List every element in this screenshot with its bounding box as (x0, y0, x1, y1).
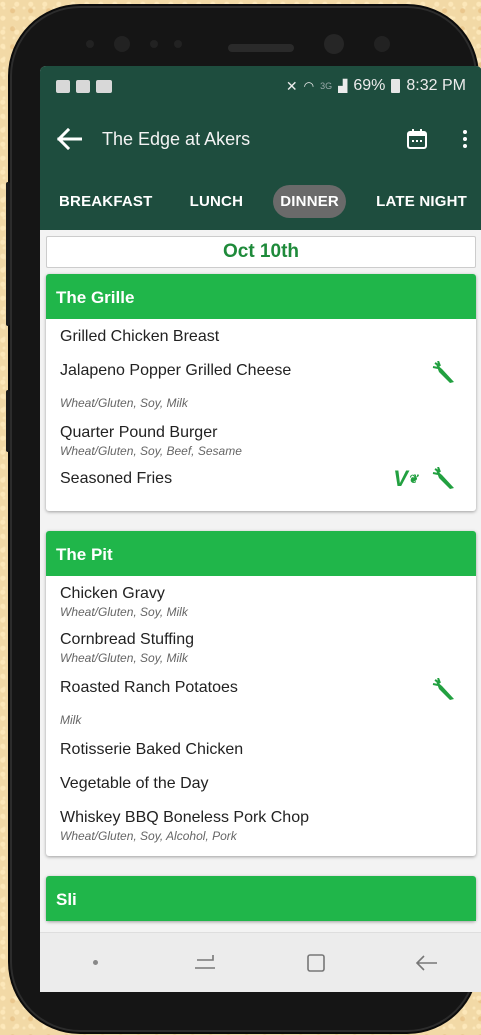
recent-apps-icon[interactable] (192, 949, 220, 977)
menu-item[interactable]: Roasted Ranch Potatoes Milk (46, 678, 476, 728)
dot-indicator-icon (81, 949, 109, 977)
sensor-dot (86, 40, 94, 48)
station-name: The Pit (46, 531, 476, 576)
app-bar: The Edge at Akers (40, 106, 481, 172)
vegan-v-icon: V❦ (393, 466, 418, 491)
help-icon (76, 79, 90, 93)
item-name: Vegetable of the Day (60, 775, 209, 792)
item-allergens: Wheat/Gluten, Soy, Alcohol, Pork (60, 829, 237, 843)
proximity-sensor (374, 36, 390, 52)
menu-item[interactable]: Rotisserie Baked Chicken (46, 740, 476, 760)
more-options-icon[interactable] (462, 130, 468, 148)
tab-dinner[interactable]: DINNER (273, 184, 346, 218)
menu-item[interactable]: Chicken Gravy Wheat/Gluten, Soy, Milk (46, 584, 476, 620)
tab-lunch[interactable]: LUNCH (183, 185, 251, 218)
sensor-dot (174, 40, 182, 48)
mail-icon (56, 79, 70, 93)
menu-item[interactable]: Whiskey BBQ Boneless Pork Chop Wheat/Glu… (46, 808, 476, 844)
battery-percent: 69% (353, 77, 386, 94)
phone-frame: ✕ ◠ 3G ▟ 69% 8:32 PM The Edge at Akers B… (6, 6, 481, 1032)
item-name: Cornbread Stuffing (60, 631, 195, 648)
station-name: The Grille (46, 274, 476, 319)
item-allergens: Wheat/Gluten, Soy, Milk (60, 605, 188, 619)
system-nav-bar (40, 932, 481, 992)
menu-item[interactable]: Quarter Pound Burger Wheat/Gluten, Soy, … (46, 423, 476, 459)
menu-date: Oct 10th (46, 236, 476, 268)
back-arrow-icon[interactable] (54, 124, 84, 154)
carrot-icon (432, 361, 454, 383)
item-name: Jalapeno Popper Grilled Cheese (60, 362, 292, 379)
station-name: Sli (46, 876, 476, 921)
back-nav-icon[interactable] (413, 949, 441, 977)
item-allergens: Wheat/Gluten, Soy, Milk (60, 651, 188, 665)
item-allergens: Wheat/Gluten, Soy, Beef, Sesame (60, 444, 242, 458)
station-card: Sli (46, 876, 476, 921)
carrot-icon (432, 678, 454, 700)
iris-sensor (114, 36, 130, 52)
item-name: Rotisserie Baked Chicken (60, 741, 244, 758)
bixby-button (6, 390, 10, 452)
item-name: Whiskey BBQ Boneless Pork Chop (60, 809, 309, 826)
item-name: Grilled Chicken Breast (60, 328, 220, 345)
mute-icon: ✕ (285, 77, 298, 94)
wifi-icon: ◠ (303, 79, 315, 93)
meal-tabs: BREAKFAST LUNCH DINNER LATE NIGHT (40, 172, 481, 230)
status-bar: ✕ ◠ 3G ▟ 69% 8:32 PM (40, 66, 481, 106)
station-card: The Pit Chicken Gravy Wheat/Gluten, Soy,… (46, 531, 476, 856)
carrot-icon (432, 467, 454, 489)
signal-icon: ▟ (338, 79, 348, 93)
home-icon[interactable] (302, 949, 330, 977)
tab-late-night[interactable]: LATE NIGHT (369, 185, 474, 218)
item-name: Roasted Ranch Potatoes (60, 679, 238, 696)
menu-item[interactable]: Jalapeno Popper Grilled Cheese Wheat/Glu… (46, 361, 476, 411)
station-card: The Grille Grilled Chicken Breast Jalape… (46, 274, 476, 511)
earpiece-speaker (228, 44, 294, 52)
screen: ✕ ◠ 3G ▟ 69% 8:32 PM The Edge at Akers B… (40, 66, 481, 992)
menu-item[interactable]: Seasoned Fries V❦ (46, 466, 476, 491)
flipboard-icon (96, 79, 112, 93)
front-camera (324, 34, 344, 54)
network-label: 3G (320, 81, 333, 91)
clock: 8:32 PM (406, 77, 466, 94)
menu-item[interactable]: Grilled Chicken Breast (46, 327, 476, 347)
calendar-icon[interactable] (406, 128, 428, 150)
menu-content: Oct 10th The Grille Grilled Chicken Brea… (40, 230, 481, 921)
item-name: Chicken Gravy (60, 585, 165, 602)
item-name: Quarter Pound Burger (60, 424, 218, 441)
battery-icon (391, 79, 401, 93)
menu-item[interactable]: Vegetable of the Day (46, 774, 476, 794)
volume-button (6, 182, 10, 326)
menu-item[interactable]: Cornbread Stuffing Wheat/Gluten, Soy, Mi… (46, 630, 476, 666)
page-title: The Edge at Akers (102, 128, 251, 149)
tab-breakfast[interactable]: BREAKFAST (52, 185, 159, 218)
item-allergens: Milk (60, 713, 82, 727)
sensor-dot (150, 40, 158, 48)
item-allergens: Wheat/Gluten, Soy, Milk (60, 396, 188, 410)
